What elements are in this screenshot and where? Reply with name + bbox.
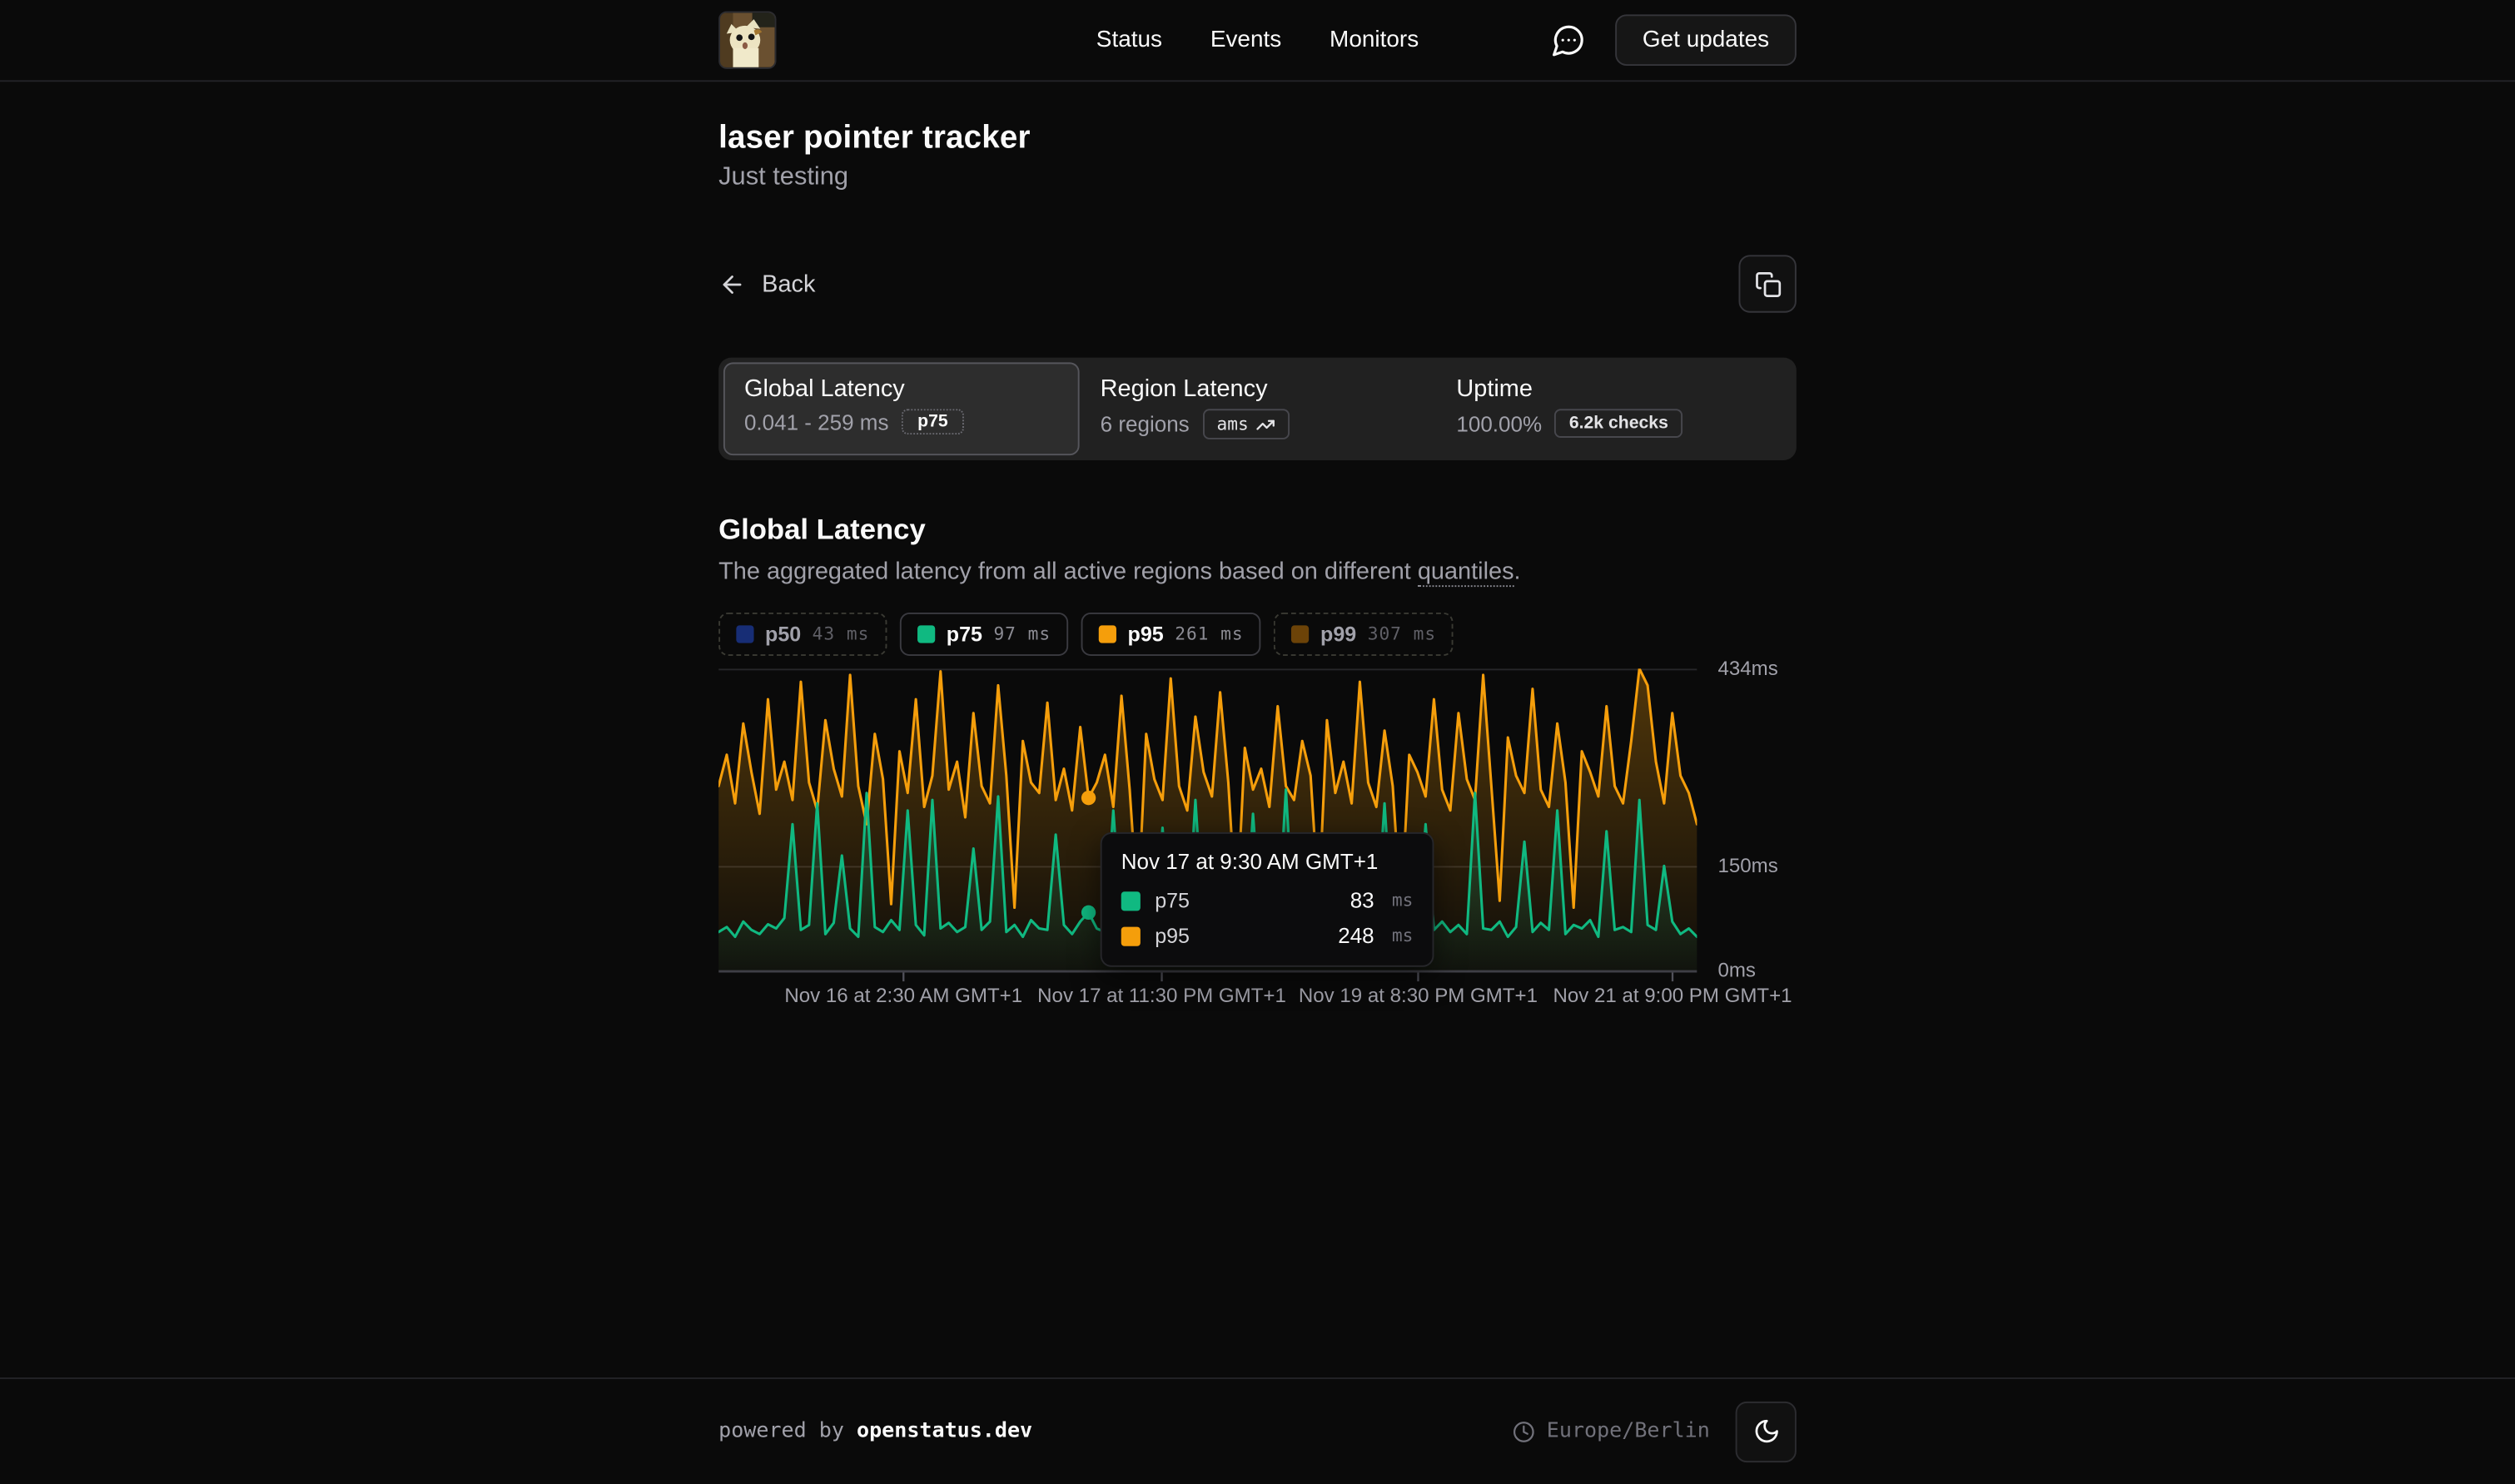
region-badge-label: ams	[1216, 414, 1248, 434]
region-badge: ams	[1202, 409, 1290, 439]
x-axis-tick-label: Nov 17 at 11:30 PM GMT+1	[1037, 985, 1286, 1007]
tab-uptime[interactable]: Uptime 100.00% 6.2k checks	[1435, 362, 1792, 455]
section-description: The aggregated latency from all active r…	[718, 558, 1797, 585]
tab-global-latency[interactable]: Global Latency 0.041 - 259 ms p75	[723, 362, 1080, 455]
page-footer: powered by openstatus.dev Europe/Berlin	[0, 1377, 2515, 1484]
get-updates-button[interactable]: Get updates	[1615, 14, 1797, 66]
chart-plot-area[interactable]: Nov 16 at 2:30 AM GMT+1 Nov 17 at 11:30 P…	[718, 668, 1697, 1010]
tooltip-value: 83	[1350, 888, 1374, 912]
copy-link-button[interactable]	[1738, 255, 1796, 312]
page-title: laser pointer tracker	[718, 120, 1797, 156]
tab-region-latency[interactable]: Region Latency 6 regions ams	[1080, 362, 1436, 455]
legend-value: 43 ms	[813, 623, 870, 644]
trending-up-icon	[1256, 414, 1275, 434]
legend-value: 97 ms	[993, 623, 1051, 644]
checks-badge: 6.2k checks	[1555, 409, 1683, 438]
copy-icon	[1754, 270, 1782, 298]
x-axis-labels: Nov 16 at 2:30 AM GMT+1 Nov 17 at 11:30 P…	[718, 985, 1697, 1010]
legend-label: p95	[1128, 623, 1164, 647]
chart-legend: p50 43 ms p75 97 ms p95 261 ms p99 307 m…	[718, 613, 1797, 656]
legend-label: p99	[1320, 623, 1356, 647]
tab-subtitle: 100.00%	[1456, 411, 1542, 435]
main-content: laser pointer tracker Just testing Back	[0, 82, 2515, 1377]
p95-swatch	[1121, 926, 1141, 945]
theme-toggle-button[interactable]	[1736, 1401, 1797, 1462]
legend-item-p75[interactable]: p75 97 ms	[900, 613, 1068, 656]
back-link[interactable]: Back	[718, 270, 815, 298]
legend-item-p99[interactable]: p99 307 ms	[1274, 613, 1454, 656]
feedback-chat-button[interactable]	[1544, 16, 1593, 64]
back-label: Back	[762, 270, 815, 298]
tooltip-timestamp: Nov 17 at 9:30 AM GMT+1	[1121, 850, 1414, 874]
moon-icon	[1752, 1417, 1780, 1445]
powered-prefix: powered by	[718, 1419, 857, 1443]
cat-logo-image	[720, 12, 775, 67]
tooltip-value: 248	[1338, 924, 1374, 948]
tooltip-row-p95: p95 248 ms	[1121, 924, 1414, 948]
latency-chart: Nov 16 at 2:30 AM GMT+1 Nov 17 at 11:30 P…	[718, 668, 1797, 1010]
p95-swatch	[1099, 625, 1116, 643]
p75-swatch	[1121, 891, 1141, 910]
nav-links: Status Events Monitors	[1096, 27, 1419, 53]
arrow-left-icon	[718, 270, 746, 298]
nav-link-events[interactable]: Events	[1210, 27, 1281, 53]
top-nav: Status Events Monitors Get updates	[0, 0, 2515, 82]
p99-swatch	[1291, 625, 1309, 643]
y-axis-tick-label: 0ms	[1717, 959, 1756, 981]
quantiles-link[interactable]: quantiles	[1418, 558, 1514, 587]
openstatus-link[interactable]: openstatus.dev	[857, 1419, 1032, 1443]
page-subtitle: Just testing	[718, 164, 1797, 193]
nav-actions: Get updates	[1544, 14, 1796, 66]
legend-label: p75	[947, 623, 982, 647]
description-text: The aggregated latency from all active r…	[718, 558, 1418, 585]
metric-tabs: Global Latency 0.041 - 259 ms p75 Region…	[718, 358, 1797, 460]
site-logo[interactable]	[718, 11, 776, 68]
quantile-badge: p75	[902, 409, 964, 434]
tab-subtitle: 0.041 - 259 ms	[744, 409, 889, 434]
section-title: Global Latency	[718, 514, 1797, 547]
p50-swatch	[736, 625, 753, 643]
legend-item-p50[interactable]: p50 43 ms	[718, 613, 887, 656]
status-page: Status Events Monitors Get updates laser…	[0, 0, 2515, 1484]
legend-label: p50	[765, 623, 801, 647]
nav-link-status[interactable]: Status	[1096, 27, 1162, 53]
legend-value: 307 ms	[1368, 623, 1436, 644]
clock-icon	[1513, 1420, 1535, 1442]
nav-link-monitors[interactable]: Monitors	[1330, 27, 1419, 53]
y-axis-tick-label: 434ms	[1717, 658, 1777, 680]
legend-value: 261 ms	[1175, 623, 1243, 644]
powered-by: powered by openstatus.dev	[718, 1419, 1032, 1443]
p75-swatch	[917, 625, 935, 643]
y-axis-labels: 434ms150ms0ms	[1697, 668, 1796, 1010]
tab-subtitle: 6 regions	[1101, 412, 1190, 436]
timezone-display: Europe/Berlin	[1513, 1419, 1709, 1443]
x-axis-tick-label: Nov 19 at 8:30 PM GMT+1	[1299, 985, 1538, 1007]
tooltip-unit: ms	[1392, 926, 1414, 946]
tab-title: Region Latency	[1101, 375, 1415, 403]
tooltip-row-p75: p75 83 ms	[1121, 888, 1414, 912]
tooltip-unit: ms	[1392, 890, 1414, 911]
chart-tooltip: Nov 17 at 9:30 AM GMT+1 p75 83 ms p95 24…	[1101, 832, 1434, 967]
timezone-label: Europe/Berlin	[1547, 1419, 1710, 1443]
tooltip-series-name: p95	[1155, 924, 1190, 948]
y-axis-tick-label: 150ms	[1717, 855, 1777, 877]
tab-title: Uptime	[1456, 375, 1771, 403]
legend-item-p95[interactable]: p95 261 ms	[1081, 613, 1261, 656]
description-period: .	[1514, 558, 1521, 585]
tooltip-series-name: p75	[1155, 888, 1190, 912]
message-circle-icon	[1551, 22, 1586, 57]
x-axis-tick-label: Nov 16 at 2:30 AM GMT+1	[784, 985, 1022, 1007]
tab-title: Global Latency	[744, 375, 1059, 403]
